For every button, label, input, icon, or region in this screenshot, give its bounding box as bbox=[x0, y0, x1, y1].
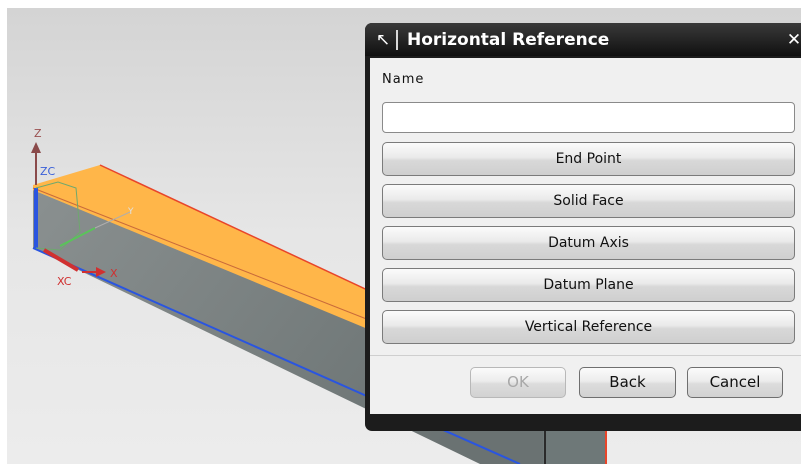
end-point-button[interactable]: End Point bbox=[382, 142, 795, 176]
x-axis-label: X bbox=[110, 267, 118, 280]
z-axis-label: Z bbox=[34, 127, 42, 140]
footer-separator bbox=[370, 355, 801, 356]
horizontal-reference-dialog: ↖ Horizontal Reference ✕ Name End Point … bbox=[365, 23, 801, 431]
close-icon: ✕ bbox=[786, 30, 801, 50]
solid-face-button[interactable]: Solid Face bbox=[382, 184, 795, 218]
back-button[interactable]: Back bbox=[579, 367, 676, 398]
zc-axis-label: ZC bbox=[40, 165, 56, 178]
dialog-titlebar[interactable]: ↖ Horizontal Reference ✕ bbox=[365, 23, 801, 56]
name-label: Name bbox=[382, 72, 425, 87]
name-input[interactable] bbox=[382, 102, 795, 133]
cursor-arrow-icon: ↖ bbox=[375, 30, 391, 50]
viewport-left-border bbox=[0, 0, 7, 464]
post-body bbox=[543, 428, 607, 464]
cancel-button[interactable]: Cancel bbox=[687, 367, 783, 398]
y-axis-label: Y bbox=[128, 207, 134, 217]
dialog-title: Horizontal Reference bbox=[407, 30, 610, 50]
close-button[interactable]: ✕ bbox=[782, 28, 801, 52]
xc-axis-label: XC bbox=[57, 275, 72, 288]
datum-axis-button[interactable]: Datum Axis bbox=[382, 226, 795, 260]
vertical-reference-button[interactable]: Vertical Reference bbox=[382, 310, 795, 344]
title-separator bbox=[396, 30, 398, 50]
datum-plane-button[interactable]: Datum Plane bbox=[382, 268, 795, 302]
dialog-body: Name End Point Solid Face Datum Axis Dat… bbox=[370, 58, 801, 414]
ok-button[interactable]: OK bbox=[470, 367, 566, 398]
